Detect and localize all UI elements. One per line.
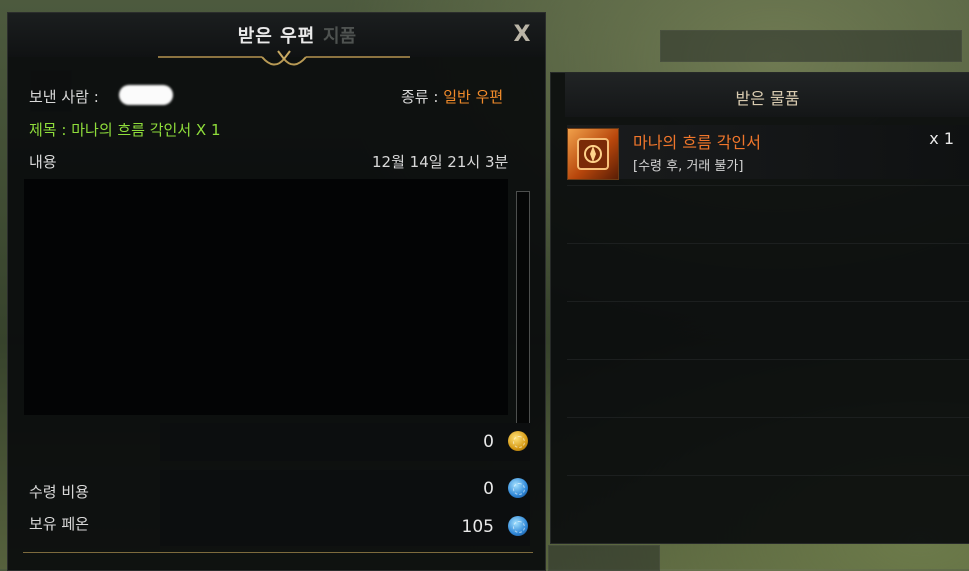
type-value: 일반 우편	[443, 88, 504, 106]
attached-gold-row: 0	[160, 423, 530, 461]
item-name: 마나의 흐름 각인서	[633, 133, 761, 152]
content-scrollbar[interactable]	[516, 191, 530, 427]
received-mail-window: 지품 받은 우편 X 보낸 사람 : 종류 : 일반 우편 제목 : 마나의 흐…	[7, 12, 546, 571]
owned-row: 105	[160, 508, 530, 546]
pheon-icon	[508, 516, 528, 536]
type-label: 종류 :	[401, 88, 439, 106]
empty-item-slot	[567, 185, 969, 240]
item-quantity: x 1	[929, 129, 954, 148]
owned-label: 보유 페온	[29, 515, 89, 533]
mail-date: 12월 14일 21시 3분	[372, 153, 509, 171]
empty-item-slot	[567, 359, 969, 414]
empty-item-slot	[567, 475, 969, 530]
mail-type: 종류 : 일반 우편	[401, 86, 503, 107]
items-title: 받은 물품	[735, 89, 800, 108]
subject-label: 제목 :	[29, 121, 67, 139]
item-trade-note: [수령 후, 거래 불가]	[633, 159, 744, 174]
pheon-icon	[508, 478, 528, 498]
fee-row: 0	[160, 470, 530, 508]
mail-content-area	[24, 179, 508, 415]
empty-item-slot	[567, 301, 969, 356]
sender-label: 보낸 사람 :	[29, 88, 99, 106]
owned-value: 105	[461, 517, 494, 537]
content-label: 내용	[29, 153, 57, 171]
engraving-book-icon	[567, 128, 619, 180]
bottom-divider	[23, 552, 533, 553]
fee-label: 수령 비용	[29, 483, 89, 501]
subject: 제목 : 마나의 흐름 각인서 X 1	[29, 119, 221, 140]
items-header: 받은 물품	[565, 73, 969, 117]
attached-gold-value: 0	[483, 432, 494, 452]
empty-item-slot	[567, 243, 969, 298]
sender-name-redacted	[119, 85, 173, 105]
empty-item-slot	[567, 417, 969, 472]
gold-coin-icon	[508, 431, 528, 451]
item-row[interactable]: 마나의 흐름 각인서 [수령 후, 거래 불가] x 1	[567, 125, 969, 180]
title-ornament-icon	[158, 50, 410, 66]
mail-title: 받은 우편	[237, 26, 316, 47]
fee-value: 0	[483, 479, 494, 499]
close-button[interactable]: X	[508, 21, 536, 49]
received-items-panel: 받은 물품 마나의 흐름 각인서 [수령 후, 거래 불가] x 1	[550, 72, 969, 544]
subject-value: 마나의 흐름 각인서 X 1	[71, 121, 221, 139]
